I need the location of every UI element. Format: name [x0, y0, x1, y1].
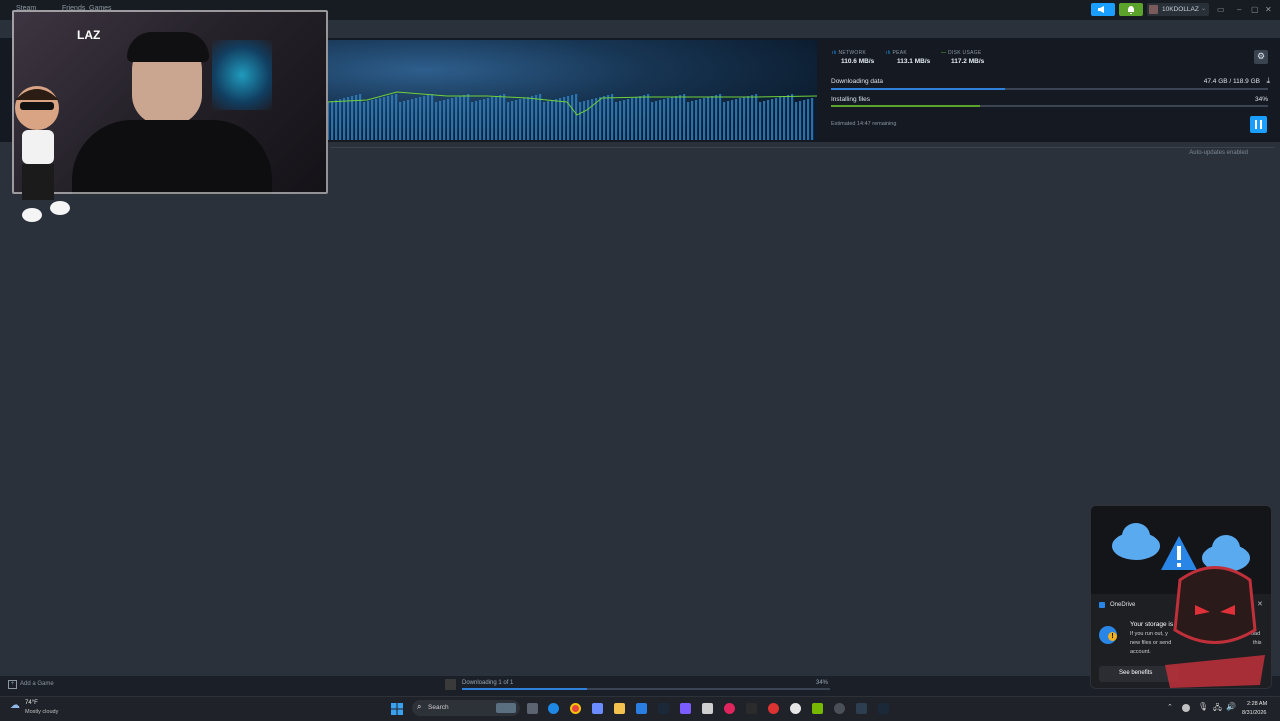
disk-usage-line [327, 91, 817, 116]
account-menu[interactable]: 10KDOLLAZ ⌄ [1147, 3, 1209, 16]
bottom-progress-percent: 34% [816, 680, 829, 686]
record-icon[interactable] [724, 703, 735, 714]
pause-icon [1255, 120, 1257, 129]
onedrive-icon [1099, 602, 1105, 608]
see-benefits-label: See benefits [1119, 670, 1153, 676]
windows-icon [391, 703, 403, 715]
disk-usage-label: — DISK USAGE [941, 50, 982, 56]
game-thumbnail [445, 679, 456, 690]
steam-running-icon[interactable] [878, 703, 889, 714]
search-highlight-image [496, 703, 516, 713]
peak-value: 113.1 MB/s [897, 58, 931, 65]
g-hub-icon[interactable] [790, 703, 801, 714]
username: 10KDOLLAZ [1162, 5, 1199, 13]
taskbar-search[interactable]: ⌕ Search [412, 700, 520, 716]
big-picture-icon[interactable]: ▭ [1217, 5, 1225, 14]
downloading-label: Downloading data [831, 78, 884, 85]
estimated-time: Estimated 14:47 remaining [831, 121, 897, 127]
weather-icon: ☁ [10, 700, 20, 711]
installing-percent: 34% [1254, 96, 1268, 103]
copilot-icon[interactable] [592, 703, 603, 714]
bell-icon [1128, 6, 1134, 14]
downloading-size: 47.4 GB / 118.9 GB [1203, 78, 1260, 85]
installing-progress-track [831, 105, 1268, 107]
add-game-button[interactable]: Add a Game [20, 681, 54, 687]
settings-button[interactable]: ⚙ [1254, 50, 1268, 64]
weather-desc[interactable]: Mostly cloudy [25, 709, 58, 715]
stream-logo-overlay [1165, 566, 1265, 688]
search-placeholder: Search [428, 704, 449, 711]
downloads-status-link[interactable]: Downloading 1 of 1 [462, 680, 513, 686]
terminal-icon[interactable] [856, 703, 867, 714]
warning-icon: ! [1108, 632, 1117, 641]
tray-app-icon[interactable] [1182, 704, 1190, 712]
toast-app-name: OneDrive [1110, 602, 1136, 608]
minimize-button[interactable]: – [1237, 5, 1241, 14]
cartoon-avatar-overlay [15, 86, 70, 222]
plus-icon: + [8, 680, 17, 689]
chevron-down-icon: ⌄ [1201, 6, 1207, 12]
clock-time[interactable]: 2:28 AM [1247, 701, 1267, 707]
network-label: ılı NETWORK [832, 50, 867, 56]
peak-label: ılı PEAK [886, 50, 908, 56]
downloading-progress-track [831, 88, 1268, 90]
announcements-button[interactable] [1091, 3, 1115, 16]
downloading-progress-fill [831, 88, 1006, 90]
edge-icon[interactable] [548, 703, 559, 714]
maximize-button[interactable]: ▢ [1251, 5, 1259, 14]
search-icon: ⌕ [417, 702, 422, 711]
rockstar-icon[interactable] [768, 703, 779, 714]
steam-bottom-bar: + Add a Game [0, 676, 1280, 696]
volume-icon[interactable]: 🔊 [1226, 702, 1236, 711]
start-button[interactable] [391, 702, 403, 715]
gear-icon: ⚙ [1257, 51, 1266, 61]
pause-button[interactable] [1250, 116, 1267, 133]
notifications-button[interactable] [1119, 3, 1143, 16]
toast-body-3: account. [1130, 649, 1151, 655]
avatar [1149, 5, 1158, 14]
steam-icon[interactable] [658, 703, 669, 714]
megaphone-icon [1098, 6, 1104, 13]
network-value: 110.6 MB/s [841, 58, 875, 65]
download-stats-panel: ılı NETWORK 110.6 MB/s ılı PEAK 113.1 MB… [822, 42, 1274, 138]
task-view-icon[interactable] [527, 703, 538, 714]
obs-icon[interactable] [834, 703, 845, 714]
epic-games-icon[interactable] [746, 703, 757, 714]
auto-updates-status: Auto-updates enabled [1189, 150, 1248, 156]
installing-progress-fill [831, 105, 980, 107]
chrome-icon[interactable] [570, 703, 581, 714]
disk-usage-value: 117.2 MB/s [951, 58, 985, 65]
download-icon: ⤓ [1266, 76, 1270, 85]
file-explorer-icon[interactable] [614, 703, 625, 714]
nvidia-icon[interactable] [812, 703, 823, 714]
section-divider [330, 147, 1275, 148]
chevron-up-icon[interactable]: ⌃ [1167, 703, 1173, 711]
game-hero-graph [327, 40, 817, 140]
webcam-label: LAZ [77, 28, 101, 42]
close-button[interactable]: ✕ [1265, 5, 1272, 14]
weather-temp[interactable]: 74°F [25, 700, 38, 706]
clock-date[interactable]: 8/31/2026 [1242, 710, 1266, 716]
outlook-icon[interactable] [636, 703, 647, 714]
installing-label: Installing files [831, 96, 871, 103]
bottom-progress-track [462, 688, 830, 690]
network-icon[interactable]: 🖧 [1213, 702, 1222, 716]
bottom-progress-fill [462, 688, 588, 690]
microphone-icon[interactable]: 🎙 [1198, 702, 1208, 711]
app-icon[interactable] [702, 703, 713, 714]
discord-icon[interactable] [680, 703, 691, 714]
